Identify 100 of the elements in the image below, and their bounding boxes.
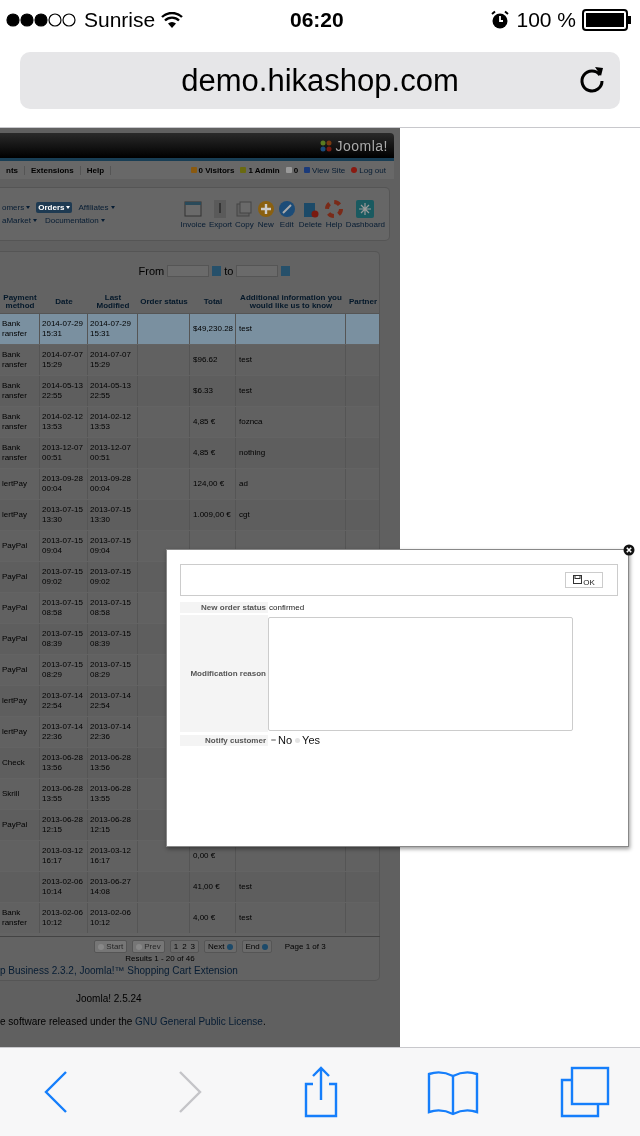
table-cell: 41,00 € (193, 882, 220, 892)
column-header[interactable]: Payment method (0, 293, 40, 310)
table-cell-text: 2013-02-06 10:14 (42, 877, 84, 897)
toolbar-button[interactable]: Copy (235, 199, 254, 229)
table-cell-text: 2013-07-15 08:29 (90, 660, 132, 680)
table-cell-text: 2014-05-13 22:55 (90, 381, 132, 401)
table-cell-text: PayPal (2, 603, 29, 613)
page-link[interactable]: 1 (173, 942, 179, 951)
table-cell-text: 2013-07-15 09:04 (90, 536, 132, 556)
submenu-item[interactable]: Documentation (42, 215, 107, 226)
table-cell-text: 2014-07-29 15:31 (42, 319, 84, 339)
table-cell: $96.62 (193, 355, 218, 365)
menu-item[interactable]: Extensions (25, 165, 81, 175)
toolbar-button[interactable]: Export (208, 199, 233, 229)
submenu-item[interactable]: aMarket (0, 215, 39, 226)
table-cell-text: 2013-07-15 09:02 (42, 567, 84, 587)
calendar-icon[interactable] (281, 266, 291, 276)
table-cell-text: 2013-06-28 12:15 (90, 815, 132, 835)
submenu-item[interactable]: omers (0, 202, 33, 213)
table-cell-text: Bank ransfer (2, 443, 28, 463)
column-header[interactable]: Last Modified (88, 293, 138, 310)
table-cell-text: 2013-07-15 08:58 (42, 598, 84, 618)
radio-label[interactable]: Yes (302, 734, 320, 746)
pager-button[interactable]: End (241, 940, 272, 953)
table-cell: test (239, 324, 252, 334)
caret-icon (100, 219, 105, 222)
radio-button[interactable] (295, 737, 301, 743)
toolbar-button[interactable]: Invoice (180, 199, 206, 229)
toolbar-button[interactable]: New (256, 199, 275, 229)
address-field[interactable]: demo.hikashop.com (20, 52, 620, 109)
radio-label[interactable]: No (278, 734, 293, 746)
field-label: Modification reason (180, 615, 268, 732)
signal-icon (6, 13, 78, 27)
column-header[interactable]: Total (190, 297, 236, 306)
table-cell-text: 2013-06-28 13:55 (90, 784, 132, 804)
toolbar-button[interactable]: Delete (298, 199, 322, 229)
table-cell-text: 2013-03-12 16:17 (90, 846, 132, 866)
table-cell-text: 2013-07-14 22:36 (90, 722, 132, 742)
help-icon (324, 199, 343, 218)
table-cell-text: Bank ransfer (2, 908, 28, 928)
table-cell-text: Bank ransfer (2, 381, 28, 401)
table-row[interactable]: Bank ransfer 2014-07-29 15:31 2014-07-29 15:31 $49,230.28 test (0, 314, 379, 344)
header-link[interactable]: View Site (312, 165, 346, 175)
table-cell-text: 2014-02-12 13:53 (42, 412, 84, 432)
table-cell: foznca (239, 417, 263, 427)
column-header[interactable]: Date (40, 297, 88, 306)
filter-label: to (224, 265, 234, 277)
status-text: 0 Visitors (198, 165, 235, 175)
pager-button[interactable]: Next (204, 940, 237, 953)
table-cell-text: 2013-06-27 14:08 (90, 877, 132, 897)
toolbar-button[interactable]: Edit (277, 199, 296, 229)
table-cell-text: PayPal (2, 665, 29, 675)
page-link[interactable]: 3 (190, 942, 196, 951)
column-header[interactable]: Partner (346, 297, 380, 306)
column-header[interactable]: Additional information you would like us to know (236, 293, 346, 310)
table-cell: 4,85 € (193, 417, 216, 427)
header-link[interactable]: Log out (359, 165, 386, 175)
table-cell-text: Bank ransfer (2, 319, 28, 339)
dashboard-icon (356, 199, 375, 218)
table-row[interactable]: Bank ransfer 2013-12-07 00:51 2013-12-07 00:51 4,85 € nothing (0, 438, 379, 468)
table-cell-text: 2013-03-12 16:17 (42, 846, 84, 866)
table-cell-text: 2013-07-15 13:30 (42, 505, 84, 525)
status-text: 0 (293, 165, 299, 175)
table-cell: nothing (239, 448, 266, 458)
toolbar-button[interactable]: Dashboard (345, 199, 385, 229)
table-cell-text: 2013-07-14 22:54 (90, 691, 132, 711)
menu-item[interactable]: nts (0, 165, 25, 175)
field-label: New order status (180, 602, 268, 613)
alarm-icon (490, 10, 511, 30)
page-link[interactable]: 2 (182, 942, 187, 951)
table-cell: $6.33 (193, 386, 214, 396)
reason-textarea[interactable] (268, 616, 573, 731)
field-label: Notify customer (180, 734, 268, 746)
submenu-item[interactable]: Affiliates (76, 202, 117, 213)
tabs-icon[interactable] (558, 1066, 612, 1118)
table-cell-text: 2013-07-15 09:04 (42, 536, 84, 556)
credit-link[interactable]: p Business 2.3.2, Joomla!™ Shopping Cart Extension (0, 965, 379, 976)
status-text: 1 Admin (248, 165, 280, 175)
license-link[interactable]: GNU General Public License (135, 1016, 263, 1027)
table-cell-text: lertPay (2, 696, 28, 706)
submenu-item[interactable]: Orders (36, 202, 73, 213)
table-cell-text: 2013-07-15 09:02 (90, 567, 132, 587)
close-icon[interactable] (623, 544, 635, 556)
table-row[interactable]: Bank ransfer 2014-05-13 22:55 2014-05-13 22:55 $6.33 test (0, 376, 379, 406)
table-cell: 124,00 € (193, 479, 225, 489)
table-row[interactable]: lertPay 2013-07-15 13:30 2013-07-15 13:30 1.009,00 € cgt (0, 500, 379, 530)
column-header[interactable]: Order status (138, 297, 190, 306)
ok-button[interactable]: OK (565, 572, 603, 588)
caret-icon (26, 206, 31, 209)
menu-item[interactable]: Help (80, 165, 112, 175)
table-cell: test (239, 355, 252, 365)
table-cell-text: lertPay (2, 479, 28, 489)
edit-icon (277, 199, 296, 218)
table-cell-text: 2014-02-12 13:53 (90, 412, 132, 432)
table-cell: cgt (239, 510, 250, 520)
toolbar-button[interactable]: Help (324, 199, 343, 229)
reload-icon[interactable] (578, 64, 606, 94)
calendar-icon[interactable] (212, 266, 222, 276)
table-cell: 4,85 € (193, 448, 216, 458)
table-row[interactable]: 2013-02-06 10:14 2013-06-27 14:08 41,00 € test (0, 872, 379, 902)
